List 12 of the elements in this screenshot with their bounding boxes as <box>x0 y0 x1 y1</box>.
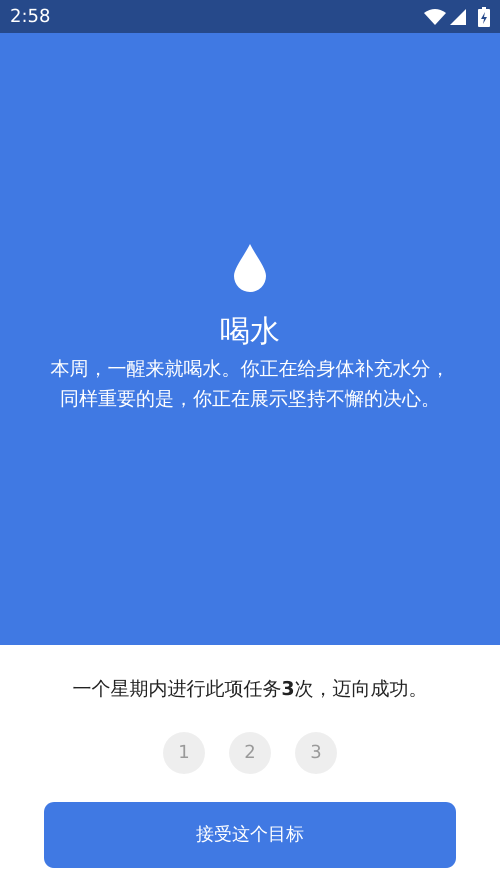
habit-description: 本周，一醒来就喝水。你正在给身体补充水分，同样重要的是，你正在展示坚持不懈的决心。 <box>50 357 450 412</box>
step-circle: 1 <box>163 732 205 774</box>
status-time: 2:58 <box>10 5 50 29</box>
wifi-icon <box>424 8 446 24</box>
accept-goal-button[interactable]: 接受这个目标 <box>44 802 456 868</box>
signal-icon <box>450 8 466 24</box>
step-circle: 3 <box>295 732 337 774</box>
step-circle: 2 <box>229 732 271 774</box>
battery-icon <box>478 6 490 26</box>
water-drop-icon <box>234 244 266 292</box>
habit-title: 喝水 <box>220 314 280 350</box>
goal-text: 一个星期内进行此项任务3次，迈向成功。 <box>72 677 428 702</box>
